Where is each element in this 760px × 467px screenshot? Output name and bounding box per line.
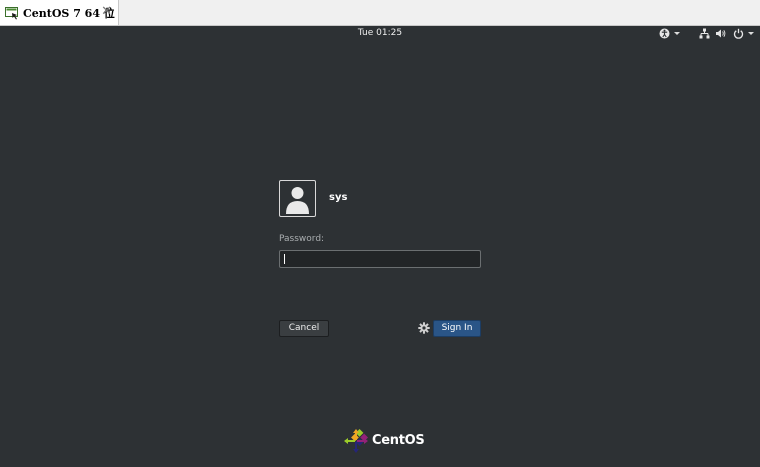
vm-tab[interactable]: CentOS 7 64 位 ✕ [0,0,119,25]
avatar [279,180,316,217]
top-bar: Tue 01:25 [0,26,760,40]
sign-in-button[interactable]: Sign In [433,320,481,337]
user-icon [286,187,309,214]
cancel-button[interactable]: Cancel [279,320,329,337]
clock[interactable]: Tue 01:25 [0,26,760,40]
centos-brand-text: CentOS [372,433,425,448]
chevron-down-icon [748,31,754,35]
chevron-down-icon [674,31,680,35]
username-label: sys [329,192,348,203]
close-icon[interactable]: ✕ [101,4,112,20]
centos-logo-icon [344,428,369,453]
password-field[interactable] [279,250,481,272]
text-caret [284,254,285,264]
vm-tab-strip: CentOS 7 64 位 ✕ [0,0,760,26]
power-icon [733,28,744,39]
accessibility-menu[interactable] [659,27,680,39]
network-icon [699,28,710,39]
volume-icon [715,28,726,39]
accessibility-icon [659,28,670,39]
vm-window-icon [4,5,20,21]
password-input[interactable] [280,255,480,272]
gear-icon[interactable] [418,322,430,334]
password-label: Password: [279,234,325,244]
system-menu[interactable] [699,27,754,39]
